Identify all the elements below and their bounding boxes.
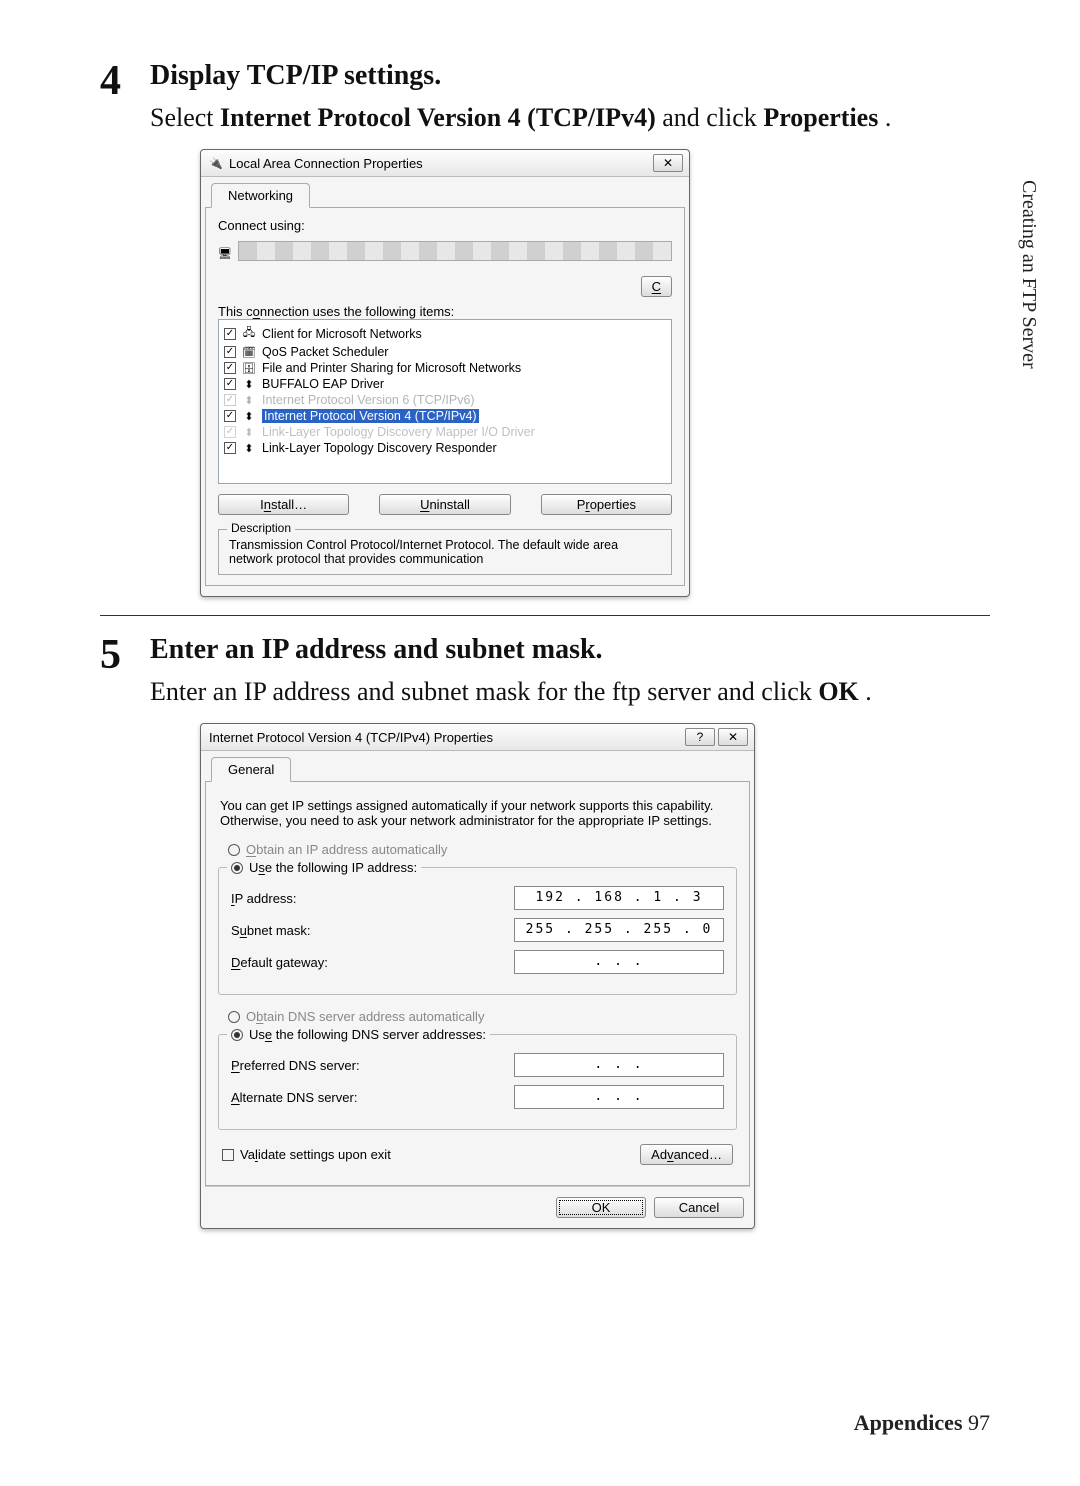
radio-icon [228,844,240,856]
ip-address-input[interactable]: 192 . 168 . 1 . 3 [514,886,724,910]
checkbox-icon[interactable]: ✓ [224,426,236,438]
use-dns-group: Use the following DNS server addresses: … [218,1034,737,1130]
titlebar: 🔌 Local Area Connection Properties ✕ [201,150,689,177]
checkbox-icon[interactable]: ✓ [224,346,236,358]
radio-use-ip[interactable]: Use the following IP address: [227,860,421,875]
step-title: Display TCP/IP settings. [150,60,990,92]
install-button[interactable]: Install… [218,494,349,515]
service-icon: 🗄 [242,362,256,375]
step-number: 4 [100,60,150,102]
close-button[interactable]: ✕ [653,154,683,172]
section-label: Creating an FTP Server [1017,180,1040,369]
step-number: 5 [100,634,150,676]
step-description: Enter an IP address and subnet mask for … [150,674,990,709]
description-group: Description Transmission Control Protoco… [218,529,672,575]
radio-icon [231,862,243,874]
checkbox-icon[interactable]: ✓ [224,394,236,406]
checkbox-icon [222,1149,234,1161]
protocol-icon: ⬍ [242,426,256,439]
properties-button[interactable]: Properties [541,494,672,515]
step-title: Enter an IP address and subnet mask. [150,634,990,666]
items-list[interactable]: ✓🖧Client for Microsoft Networks ✓🗓QoS Pa… [218,319,672,484]
step-4: 4 Display TCP/IP settings. Select Intern… [100,60,990,597]
preferred-dns-label: Preferred DNS server: [231,1058,514,1073]
step-description: Select Internet Protocol Version 4 (TCP/… [150,100,990,135]
help-button[interactable]: ? [685,728,715,746]
configure-button[interactable]: C [641,276,672,297]
titlebar: Internet Protocol Version 4 (TCP/IPv4) P… [201,724,754,751]
use-ip-group: Use the following IP address: IP address… [218,867,737,995]
close-button[interactable]: ✕ [718,728,748,746]
protocol-icon: ⬍ [242,442,256,455]
default-gateway-label: Default gateway: [231,955,514,970]
description-text: Transmission Control Protocol/Internet P… [229,538,661,566]
separator [100,615,990,616]
tab-general[interactable]: General [211,757,291,782]
checkbox-icon[interactable]: ✓ [224,378,236,390]
dialog-title: Local Area Connection Properties [229,156,423,171]
radio-obtain-dns[interactable]: Obtain DNS server address automatically [228,1009,737,1024]
intro-text: You can get IP settings assigned automat… [220,798,735,828]
checkbox-icon[interactable]: ✓ [224,328,236,340]
checkbox-icon[interactable]: ✓ [224,362,236,374]
alternate-dns-label: Alternate DNS server: [231,1090,514,1105]
protocol-icon: ⬍ [242,394,256,407]
radio-obtain-ip[interactable]: Obtain an IP address automatically [228,842,737,857]
list-item-selected: ✓⬍Internet Protocol Version 4 (TCP/IPv4) [224,408,666,424]
alternate-dns-input[interactable]: . . . [514,1085,724,1109]
default-gateway-input[interactable]: . . . [514,950,724,974]
local-area-connection-dialog: 🔌 Local Area Connection Properties ✕ Net… [200,149,690,597]
subnet-mask-label: Subnet mask: [231,923,514,938]
ip-address-label: IP address: [231,891,514,906]
tab-networking[interactable]: Networking [211,183,310,208]
description-legend: Description [227,521,295,535]
radio-icon [228,1011,240,1023]
cancel-button[interactable]: Cancel [654,1197,744,1218]
validate-checkbox[interactable]: Validate settings upon exit [222,1147,391,1162]
adapter-icon: 🖥 [218,247,232,260]
dialog-title: Internet Protocol Version 4 (TCP/IPv4) P… [209,730,493,745]
scheduler-icon: 🗓 [242,346,256,359]
checkbox-icon[interactable]: ✓ [224,410,236,422]
client-icon: 🖧 [242,324,256,343]
list-item: ✓⬍Link-Layer Topology Discovery Responde… [224,440,666,456]
radio-icon [231,1029,243,1041]
protocol-icon: ⬍ [242,410,256,423]
connect-using-label: Connect using: [218,218,672,233]
list-item: ✓🗓QoS Packet Scheduler [224,344,666,360]
checkbox-icon[interactable]: ✓ [224,442,236,454]
list-item: ✓⬍Internet Protocol Version 6 (TCP/IPv6) [224,392,666,408]
adapter-name-field [238,241,672,261]
tcpipv4-properties-dialog: Internet Protocol Version 4 (TCP/IPv4) P… [200,723,755,1229]
items-label: This connection uses the following items… [218,304,672,319]
page-footer: Appendices 97 [854,1410,990,1436]
connection-icon: 🔌 [209,157,223,170]
list-item: ✓🖧Client for Microsoft Networks [224,323,666,344]
subnet-mask-input[interactable]: 255 . 255 . 255 . 0 [514,918,724,942]
ok-button[interactable]: OK [556,1197,646,1218]
list-item: ✓🗄File and Printer Sharing for Microsoft… [224,360,666,376]
list-item: ✓⬍BUFFALO EAP Driver [224,376,666,392]
radio-use-dns[interactable]: Use the following DNS server addresses: [227,1027,490,1042]
list-item: ✓⬍Link-Layer Topology Discovery Mapper I… [224,424,666,440]
step-5: 5 Enter an IP address and subnet mask. E… [100,634,990,1229]
uninstall-button[interactable]: Uninstall [379,494,510,515]
protocol-icon: ⬍ [242,378,256,391]
advanced-button[interactable]: Advanced… [640,1144,733,1165]
preferred-dns-input[interactable]: . . . [514,1053,724,1077]
